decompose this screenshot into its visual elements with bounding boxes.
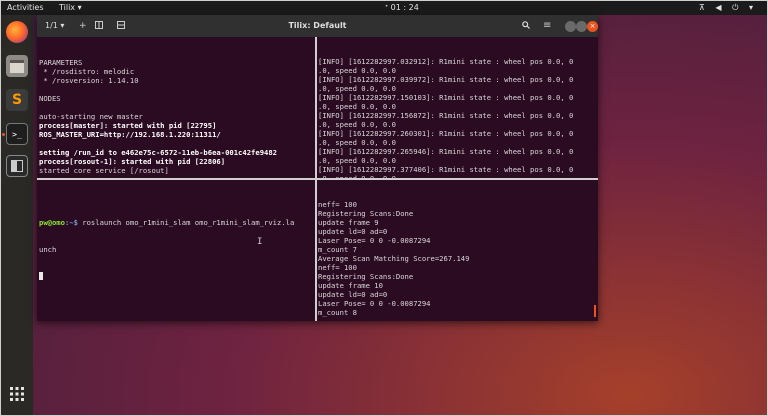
terminal-line: .0, speed 0.0, 0.0 [318, 84, 396, 93]
dock: S >_ [1, 15, 33, 415]
terminal-icon[interactable]: >_ [6, 123, 28, 145]
app-menu[interactable]: Tilix ▾ [59, 1, 82, 15]
terminal-line: Laser Pose= 0 0 -0.0087294 [318, 299, 431, 308]
window-title: Tilix: Default [288, 21, 347, 30]
terminal-line: .0, speed 0.0, 0.0 [318, 138, 396, 147]
firefox-icon[interactable] [6, 21, 28, 43]
command-wrap-line: unch [39, 245, 57, 254]
terminal-line: .0, speed 0.0, 0.0 [318, 102, 396, 111]
terminal-line: .0, speed 0.0, 0.0 [318, 156, 396, 165]
terminal-line: ROS_MASTER_URI=http://192.168.1.220:1131… [39, 130, 221, 139]
terminal-line: [INFO] [1612282997.377406]: R1mini state… [318, 165, 574, 174]
terminal-line: PARAMETERS [39, 58, 83, 67]
sublime-text-icon[interactable]: S [6, 89, 28, 111]
files-icon[interactable] [6, 55, 28, 77]
terminal-line: [INFO] [1612282997.039972]: R1mini state… [318, 75, 574, 84]
terminal-line: .0, speed 0.0, 0.0 [318, 66, 396, 75]
pane-divider-horizontal[interactable] [37, 178, 598, 180]
prompt-user: pw@omo [39, 218, 65, 227]
terminal-line: [INFO] [1612282997.265946]: R1mini state… [318, 147, 574, 156]
command-line: pw@omo:~$ roslaunch omo_r1mini_slam omo_… [39, 218, 315, 227]
terminal-pane-bottom-right[interactable]: neff= 100 Registering Scans:Done update fr… [317, 180, 598, 321]
tilix-window: 1/1 ▾ + Tilix: Default ≡ × PARAMETERS * … [37, 15, 598, 321]
terminal-line: Registering Scans:Done [318, 209, 414, 218]
terminal-line: Average Scan Matching Score=267.149 [318, 254, 470, 263]
terminal-line: process[master]: started with pid [22795… [39, 121, 217, 130]
terminal-line: neff= 100 [318, 263, 357, 272]
terminal-line: Registering Scans:Done [318, 272, 414, 281]
terminal-line: [INFO] [1612282997.260301]: R1mini state… [318, 129, 574, 138]
clock[interactable]: ᐩ 01 : 24 [385, 1, 419, 15]
terminal-line: [INFO] [1612282997.150103]: R1mini state… [318, 93, 574, 102]
terminal-line: * /rosdistro: melodic [39, 67, 135, 76]
terminal-pane-top-right[interactable]: [INFO] [1612282997.032912]: R1mini state… [317, 37, 598, 178]
tilix-split-glyph [11, 160, 23, 172]
terminal-line: neff= 100 [318, 200, 357, 209]
terminal-line: NODES [39, 94, 61, 103]
terminal-line: * /rosversion: 1.14.10 [39, 76, 139, 85]
terminal-pane-top-left[interactable]: PARAMETERS * /rosdistro: melodic * /rosv… [37, 37, 315, 178]
close-button[interactable]: × [587, 21, 598, 32]
command-text: roslaunch omo_r1mini_slam omo_r1mini_sla… [77, 218, 295, 227]
app-grid-icon [10, 387, 24, 401]
terminal-line: auto-starting new master [39, 112, 143, 121]
terminal-line: [INFO] [1612282997.032912]: R1mini state… [318, 57, 574, 66]
scrollbar-thumb[interactable] [594, 305, 596, 317]
terminal-line: Laser Pose= 0 0 -0.0087294 [318, 236, 431, 245]
menu-icon[interactable]: ≡ [543, 15, 551, 37]
mouse-pointer: I [257, 237, 263, 247]
top-bar: Activities Tilix ▾ ᐩ 01 : 24 ⊼ ◀ ⏻ ▾ [1, 1, 767, 15]
terminal-line: m_count 8 [318, 308, 357, 317]
files-drawer-icon [10, 59, 24, 73]
title-bar[interactable]: 1/1 ▾ + Tilix: Default ≡ × [37, 15, 598, 37]
terminal-cursor [39, 272, 43, 280]
active-indicator [2, 133, 5, 136]
terminal-line: started core service [/rosout] [39, 166, 169, 175]
terminal-line: .0, speed 0.0, 0.0 [318, 120, 396, 129]
show-applications-icon[interactable] [6, 383, 28, 405]
search-icon[interactable] [522, 15, 530, 37]
terminal-line: [INFO] [1612282997.156872]: R1mini state… [318, 111, 574, 120]
maximize-button[interactable] [576, 21, 587, 32]
terminal-line: m_count 7 [318, 245, 357, 254]
terminal-line: update frame 10 [318, 281, 383, 290]
terminal-line: update frame 9 [318, 218, 379, 227]
activities-button[interactable]: Activities [7, 1, 44, 15]
terminal-pane-bottom-left[interactable]: pw@omo:~$ roslaunch omo_r1mini_slam omo_… [37, 180, 315, 321]
terminal-line: process[rosout-1]: started with pid [228… [39, 157, 226, 166]
terminal-line: setting /run_id to e462e75c-6572-11eb-b6… [39, 148, 277, 157]
system-tray[interactable]: ⊼ ◀ ⏻ ▾ [699, 1, 757, 15]
terminal-line: update ld=0 ad=0 [318, 290, 388, 299]
minimize-button[interactable] [565, 21, 576, 32]
desktop: Activities Tilix ▾ ᐩ 01 : 24 ⊼ ◀ ⏻ ▾ S >… [0, 0, 768, 416]
tilix-icon[interactable] [6, 155, 28, 177]
prompt-path: :~$ [64, 218, 78, 227]
terminal-line: update ld=0 ad=0 [318, 227, 388, 236]
